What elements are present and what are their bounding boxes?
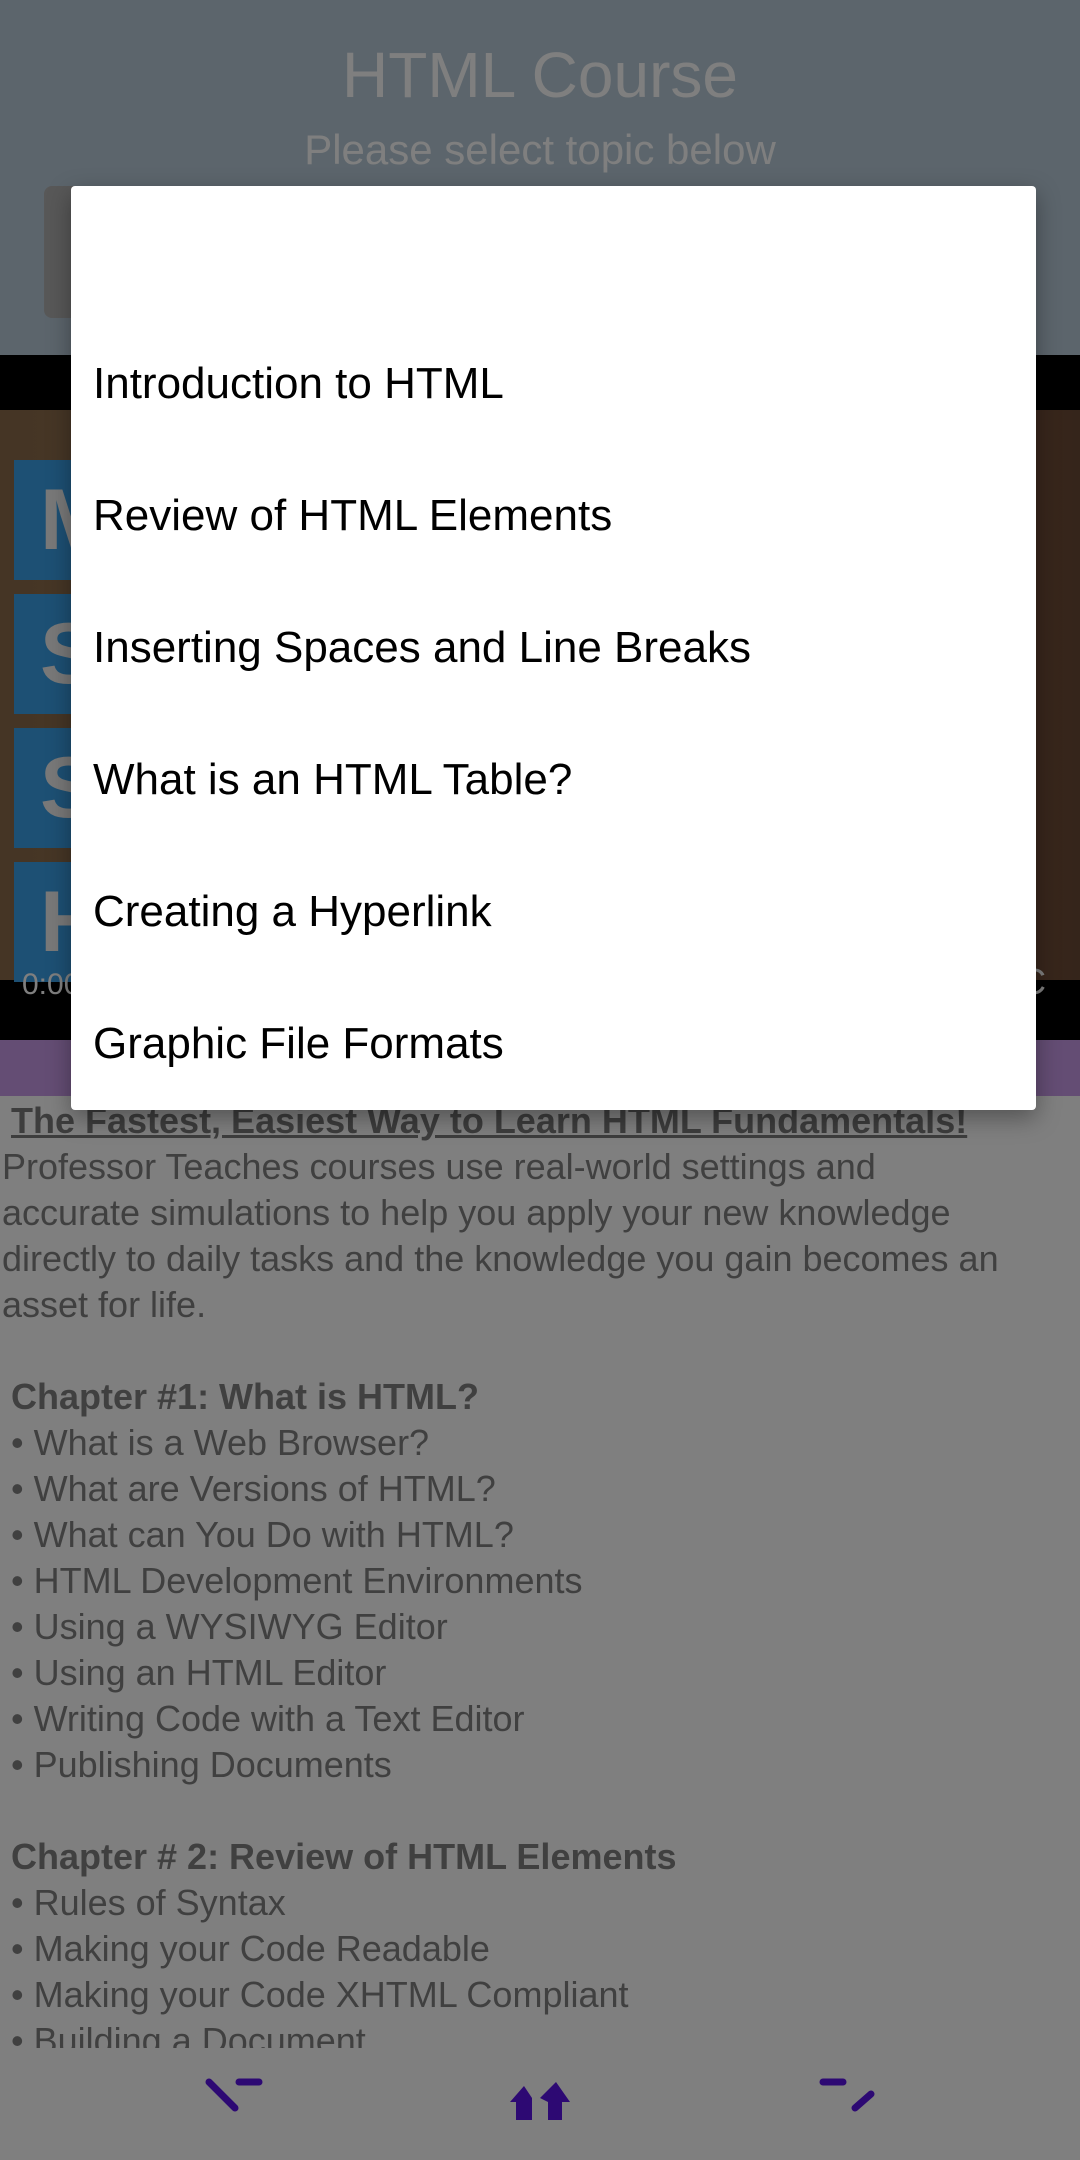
topic-option-blank[interactable] (71, 186, 1036, 318)
topic-dialog: Introduction to HTML Review of HTML Elem… (71, 186, 1036, 1110)
screen: HTML Course Please select topic below M … (0, 0, 1080, 2160)
topic-option-html-table[interactable]: What is an HTML Table? (71, 714, 1036, 846)
topic-option-spaces-line-breaks[interactable]: Inserting Spaces and Line Breaks (71, 582, 1036, 714)
topic-option-review-elements[interactable]: Review of HTML Elements (71, 450, 1036, 582)
topic-option-hyperlink[interactable]: Creating a Hyperlink (71, 846, 1036, 978)
topic-option-graphic-formats[interactable]: Graphic File Formats (71, 978, 1036, 1110)
topic-option-introduction[interactable]: Introduction to HTML (71, 318, 1036, 450)
